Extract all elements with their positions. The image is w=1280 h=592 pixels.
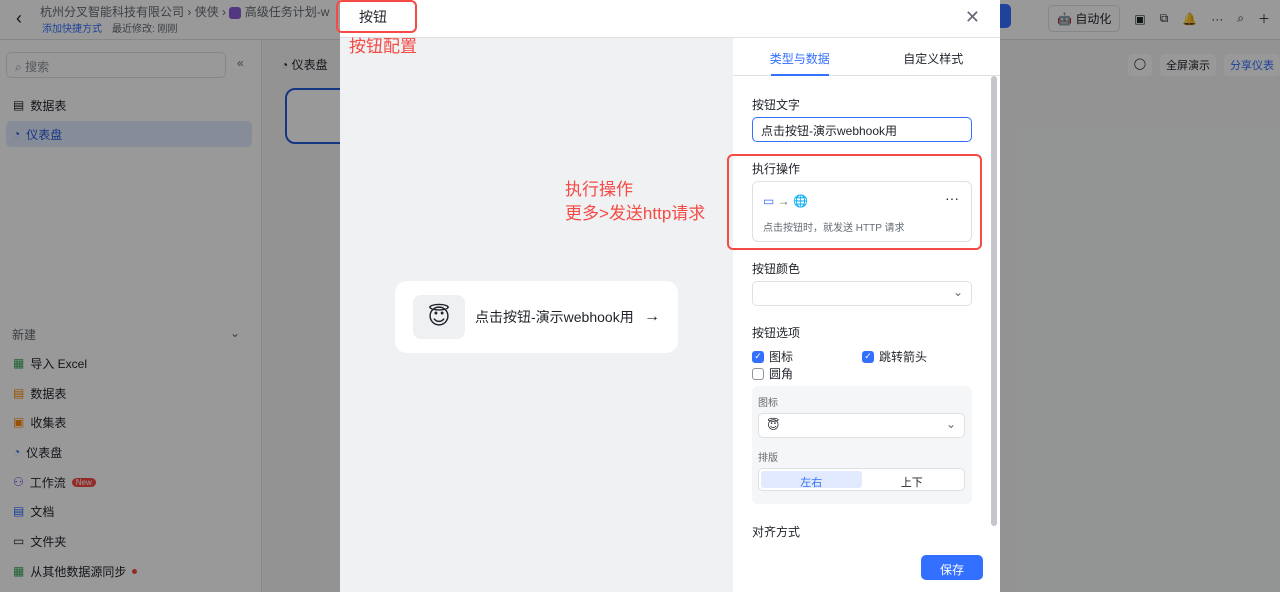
annotation-action-line1: 执行操作: [565, 180, 633, 199]
smile-halo-icon: 😇: [413, 295, 465, 339]
annotation-button-config: 按钮配置: [349, 37, 417, 56]
preview-button-label: 点击按钮-演示webhook用: [475, 309, 634, 325]
option-rounded-checkbox[interactable]: 圆角: [752, 365, 793, 382]
chevron-down-icon: ⌄: [952, 285, 963, 299]
preview-area: 😇 点击按钮-演示webhook用 →: [340, 38, 733, 592]
checkbox-checked: ✓: [752, 350, 764, 363]
chevron-down-icon: ⌄: [945, 417, 956, 431]
checkbox-checked: ✓: [862, 350, 874, 363]
layout-left-right[interactable]: 左右: [761, 471, 862, 489]
annotation-action-line2: 更多>发送http请求: [565, 204, 706, 223]
icon-label: 图标: [758, 398, 778, 409]
scrollbar[interactable]: [991, 76, 997, 526]
color-label: 按钮颜色: [752, 262, 801, 276]
align-label: 对齐方式: [752, 525, 801, 539]
save-button[interactable]: 保存: [921, 555, 983, 580]
button-text-input[interactable]: 点击按钮-演示webhook用: [752, 117, 972, 142]
tab-type-data[interactable]: 类型与数据: [733, 38, 867, 76]
button-config-modal: 按钮 ✕ 😇 点击按钮-演示webhook用 → 类型与数据 自定义样式 按钮文…: [340, 0, 1000, 592]
option-label: 跳转箭头: [879, 350, 928, 364]
color-select[interactable]: ⌄: [752, 281, 972, 306]
layout-label: 排版: [758, 453, 778, 464]
option-arrow-checkbox[interactable]: ✓ 跳转箭头: [862, 348, 927, 365]
annotation-box-title: [336, 0, 417, 33]
tab-custom-style[interactable]: 自定义样式: [867, 38, 1001, 75]
option-icon-checkbox[interactable]: ✓ 图标: [752, 348, 793, 365]
config-panel: 类型与数据 自定义样式 按钮文字 点击按钮-演示webhook用 执行操作 ▭ …: [733, 38, 1000, 592]
button-text-label: 按钮文字: [752, 98, 801, 112]
layout-top-bottom[interactable]: 上下: [862, 471, 963, 489]
layout-segmented: 左右 上下: [758, 468, 965, 491]
options-label: 按钮选项: [752, 326, 801, 340]
icon-select[interactable]: 😇 ⌄: [758, 413, 965, 438]
checkbox-unchecked: [752, 367, 764, 380]
option-label: 图标: [769, 350, 794, 364]
arrow-right-icon: →: [644, 308, 660, 325]
smile-halo-icon: 😇: [767, 418, 780, 432]
icon-settings: 图标 😇 ⌄ 排版 左右 上下: [752, 386, 972, 504]
close-icon[interactable]: ✕: [965, 7, 980, 28]
option-label: 圆角: [769, 367, 794, 381]
annotation-box-action: [727, 154, 982, 250]
preview-button[interactable]: 😇 点击按钮-演示webhook用 →: [395, 281, 678, 353]
